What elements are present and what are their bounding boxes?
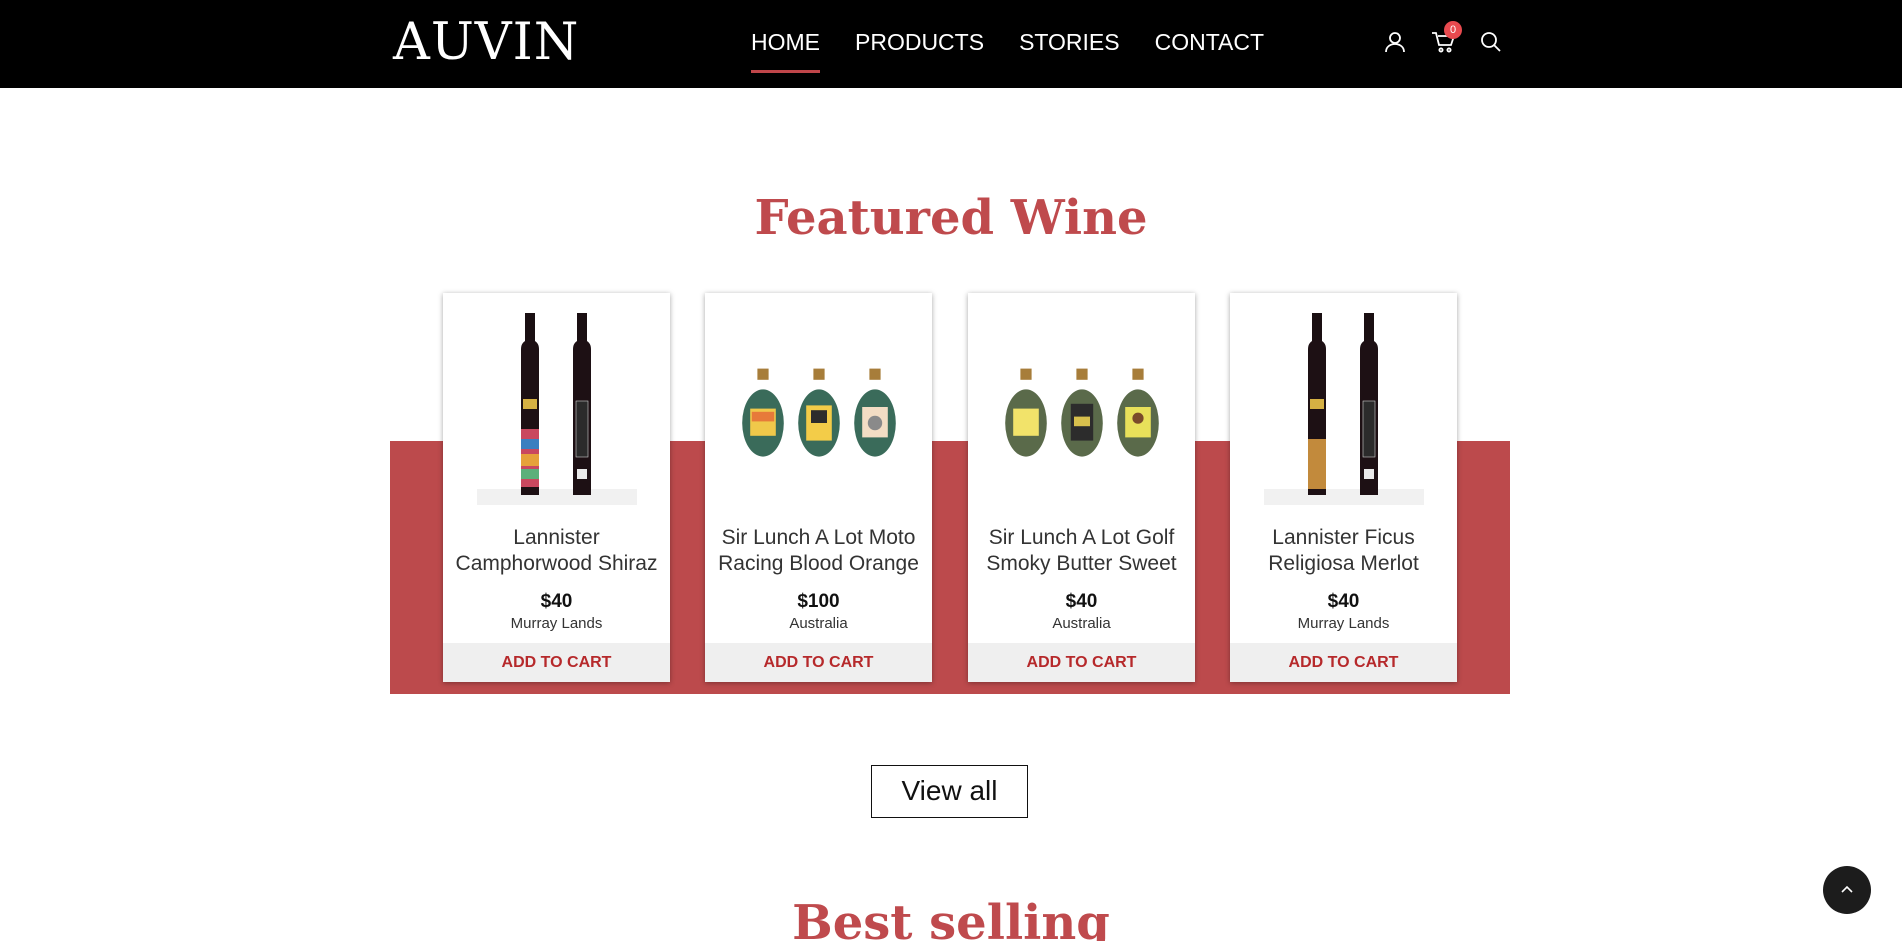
product-price: $40 bbox=[540, 591, 573, 612]
product-origin: Australia bbox=[1052, 615, 1111, 632]
best-selling-title: Best selling bbox=[792, 895, 1110, 941]
product-card[interactable]: Lannister Ficus Religiosa Merlot $40 Mur… bbox=[1230, 293, 1457, 682]
product-image[interactable] bbox=[739, 309, 899, 505]
product-name[interactable]: Lannister Camphorwood Shiraz bbox=[443, 525, 670, 577]
back-to-top-button[interactable] bbox=[1823, 866, 1871, 914]
user-icon[interactable] bbox=[1382, 29, 1408, 55]
product-name[interactable]: Sir Lunch A Lot Moto Racing Blood Orange bbox=[705, 525, 932, 577]
site-logo[interactable]: AUVIN bbox=[393, 14, 579, 72]
product-price: $40 bbox=[1065, 591, 1098, 612]
add-to-cart-button[interactable]: ADD TO CART bbox=[443, 643, 670, 682]
product-card[interactable]: Lannister Camphorwood Shiraz $40 Murray … bbox=[443, 293, 670, 682]
header-icons: 0 bbox=[1382, 21, 1526, 55]
product-origin: Murray Lands bbox=[510, 615, 603, 632]
view-all-button[interactable]: View all bbox=[871, 765, 1028, 818]
product-price: $40 bbox=[1327, 591, 1360, 612]
product-name[interactable]: Sir Lunch A Lot Golf Smoky Butter Sweet bbox=[968, 525, 1195, 577]
product-image[interactable] bbox=[477, 309, 637, 505]
nav-home[interactable]: HOME bbox=[751, 28, 820, 73]
nav-products[interactable]: PRODUCTS bbox=[855, 28, 984, 56]
main-nav: HOME PRODUCTS STORIES CONTACT bbox=[751, 28, 1299, 73]
product-card[interactable]: Sir Lunch A Lot Golf Smoky Butter Sweet … bbox=[968, 293, 1195, 682]
chevron-up-icon bbox=[1841, 885, 1853, 893]
product-price: $100 bbox=[797, 591, 840, 612]
cart-icon[interactable]: 0 bbox=[1430, 21, 1462, 55]
product-origin: Murray Lands bbox=[1297, 615, 1390, 632]
product-origin: Australia bbox=[789, 615, 848, 632]
product-image[interactable] bbox=[1002, 309, 1162, 505]
site-header: AUVIN HOME PRODUCTS STORIES CONTACT 0 bbox=[0, 0, 1902, 88]
add-to-cart-button[interactable]: ADD TO CART bbox=[705, 643, 932, 682]
search-icon[interactable] bbox=[1478, 29, 1504, 55]
product-card[interactable]: Sir Lunch A Lot Moto Racing Blood Orange… bbox=[705, 293, 932, 682]
add-to-cart-button[interactable]: ADD TO CART bbox=[968, 643, 1195, 682]
featured-title: Featured Wine bbox=[754, 190, 1148, 246]
nav-stories[interactable]: STORIES bbox=[1019, 28, 1120, 56]
add-to-cart-button[interactable]: ADD TO CART bbox=[1230, 643, 1457, 682]
product-name[interactable]: Lannister Ficus Religiosa Merlot bbox=[1230, 525, 1457, 577]
product-image[interactable] bbox=[1264, 309, 1424, 505]
cart-count-badge: 0 bbox=[1444, 21, 1462, 39]
nav-contact[interactable]: CONTACT bbox=[1155, 28, 1264, 56]
